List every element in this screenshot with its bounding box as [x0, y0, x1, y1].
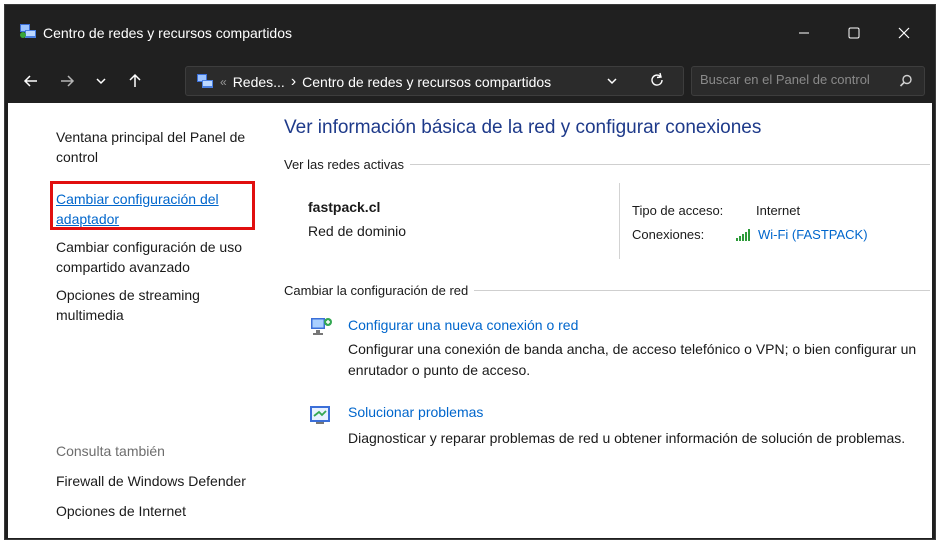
sidebar-link-control-panel-home[interactable]: Ventana principal del Panel de control	[56, 127, 256, 167]
arrow-right-icon	[61, 75, 75, 87]
highlight-box	[50, 181, 255, 230]
minimize-icon	[799, 32, 809, 34]
setup-connection-link[interactable]: Configurar una nueva conexión o red	[348, 317, 578, 333]
breadcrumb-item-current[interactable]: Centro de redes y recursos compartidos	[302, 74, 551, 90]
forward-button[interactable]	[53, 67, 81, 95]
section-divider	[409, 164, 930, 165]
see-also-title: Consulta también	[56, 443, 165, 459]
breadcrumb: « Redes... › Centro de redes y recursos …	[220, 73, 551, 91]
network-folder-icon	[197, 74, 213, 88]
arrow-left-icon	[23, 75, 37, 87]
breadcrumb-item-redes[interactable]: Redes...	[233, 74, 285, 90]
network-app-icon	[20, 24, 36, 38]
window-title: Centro de redes y recursos compartidos	[43, 25, 292, 41]
close-icon	[898, 27, 910, 39]
sidebar-link-firewall[interactable]: Firewall de Windows Defender	[56, 471, 256, 491]
active-networks-label: Ver las redes activas	[284, 157, 404, 172]
left-pane: Ventana principal del Panel de control C…	[8, 103, 266, 538]
minimize-button[interactable]	[781, 17, 827, 49]
title-bar: Centro de redes y recursos compartidos	[5, 5, 935, 57]
address-dropdown-button[interactable]	[606, 74, 618, 90]
search-box[interactable]	[691, 66, 925, 96]
access-type-label: Tipo de acceso:	[632, 203, 724, 218]
search-input[interactable]	[700, 72, 890, 87]
maximize-button[interactable]	[831, 17, 877, 49]
recent-locations-button[interactable]	[87, 67, 115, 95]
wifi-connection-label[interactable]: Wi-Fi (FASTPACK)	[758, 227, 868, 242]
sidebar-link-internet-options[interactable]: Opciones de Internet	[56, 501, 256, 521]
troubleshoot-description: Diagnosticar y reparar problemas de red …	[348, 430, 906, 446]
wifi-signal-icon	[736, 228, 750, 241]
content-area: Ventana principal del Panel de control C…	[8, 103, 932, 538]
sidebar-link-advanced-sharing[interactable]: Cambiar configuración de uso compartido …	[56, 237, 256, 277]
change-settings-header: Cambiar la configuración de red	[284, 283, 930, 298]
refresh-icon	[651, 72, 663, 86]
breadcrumb-overflow[interactable]: «	[220, 75, 227, 89]
setup-connection-description: Configurar una conexión de banda ancha, …	[348, 341, 917, 378]
window: Centro de redes y recursos compartidos «…	[4, 4, 936, 540]
navigation-bar: « Redes... › Centro de redes y recursos …	[5, 57, 935, 103]
sidebar-link-media-streaming[interactable]: Opciones de streaming multimedia	[56, 285, 226, 325]
main-pane: Ver información básica de la red y confi…	[284, 103, 932, 538]
wifi-connection-link[interactable]: Wi-Fi (FASTPACK)	[736, 227, 868, 242]
network-name: fastpack.cl	[308, 199, 381, 215]
active-networks-header: Ver las redes activas	[284, 157, 930, 172]
maximize-icon	[848, 27, 860, 39]
chevron-down-icon	[607, 78, 617, 85]
access-type-value: Internet	[756, 203, 801, 218]
search-icon[interactable]	[898, 73, 914, 92]
refresh-button[interactable]	[648, 71, 666, 92]
up-button[interactable]	[121, 67, 149, 95]
vertical-divider	[619, 183, 620, 259]
page-title: Ver información básica de la red y confi…	[284, 117, 762, 138]
back-button[interactable]	[17, 67, 45, 95]
troubleshoot-icon	[310, 406, 330, 424]
arrow-up-icon	[129, 73, 141, 87]
close-button[interactable]	[881, 17, 927, 49]
change-settings-label: Cambiar la configuración de red	[284, 283, 469, 298]
network-category: Red de dominio	[308, 223, 407, 239]
breadcrumb-separator: ›	[290, 73, 297, 90]
section-divider	[474, 290, 930, 291]
chevron-down-icon	[96, 78, 106, 85]
troubleshoot-link[interactable]: Solucionar problemas	[348, 404, 483, 420]
address-bar[interactable]: « Redes... › Centro de redes y recursos …	[185, 66, 684, 96]
connections-label: Conexiones:	[632, 227, 705, 242]
network-setup-icon	[311, 318, 332, 335]
